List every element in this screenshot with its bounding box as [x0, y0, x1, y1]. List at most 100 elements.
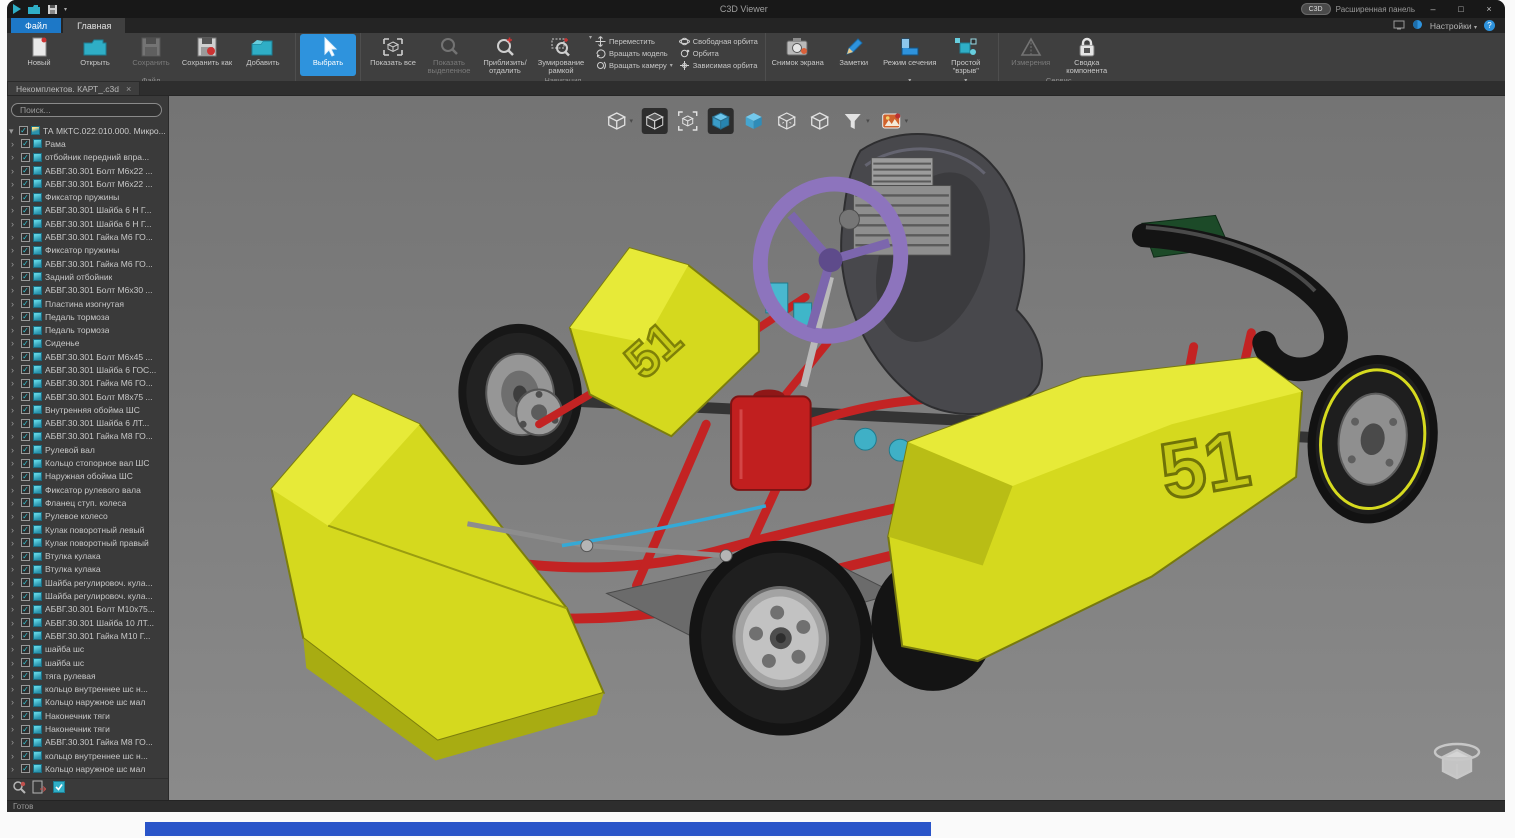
- tree-checkbox[interactable]: ✓: [21, 738, 30, 747]
- tree-row[interactable]: ›✓Рулевое колесо: [9, 510, 168, 523]
- tree-row[interactable]: ›✓АБВГ.30.301 Болт М6х22 ...: [9, 177, 168, 190]
- tree-checkbox[interactable]: ✓: [21, 565, 30, 574]
- tree-checkbox[interactable]: ✓: [21, 605, 30, 614]
- tree-checkbox[interactable]: ✓: [21, 272, 30, 281]
- open-quick-icon[interactable]: [27, 4, 41, 15]
- tree-checkbox[interactable]: ✓: [21, 764, 30, 773]
- tree-checkbox[interactable]: ✓: [21, 379, 30, 388]
- tree-row[interactable]: ›✓АБВГ.30.301 Гайка М8 ГО...: [9, 736, 168, 749]
- tree-row[interactable]: ›✓АБВГ.30.301 Шайба 6 Н Г...: [9, 204, 168, 217]
- expand-icon[interactable]: ›: [11, 737, 18, 747]
- expand-icon[interactable]: ›: [11, 511, 18, 521]
- open-button[interactable]: Открыть: [67, 34, 123, 76]
- tree-checkbox[interactable]: ✓: [21, 538, 30, 547]
- tree-row[interactable]: ›✓Наконечник тяги: [9, 709, 168, 722]
- tree-row[interactable]: ›✓АБВГ.30.301 Болт М8х75 ...: [9, 390, 168, 403]
- expand-icon[interactable]: ›: [11, 392, 18, 402]
- expand-icon[interactable]: ›: [11, 764, 18, 774]
- quick-access-caret-icon[interactable]: ▾: [64, 6, 67, 13]
- expand-icon[interactable]: ›: [11, 418, 18, 428]
- tree-checkbox[interactable]: ✓: [21, 445, 30, 454]
- expand-icon[interactable]: ›: [11, 631, 18, 641]
- tree-row[interactable]: ›✓тяга рулевая: [9, 669, 168, 682]
- tree-checkbox[interactable]: ✓: [21, 645, 30, 654]
- expand-icon[interactable]: ›: [11, 471, 18, 481]
- tree-row[interactable]: ›✓АБВГ.30.301 Болт М6х30 ...: [9, 284, 168, 297]
- expand-icon[interactable]: ›: [11, 578, 18, 588]
- tree-row[interactable]: ›✓АБВГ.30.301 Шайба 6 ЛТ...: [9, 417, 168, 430]
- panel-mode-toggle[interactable]: C3D Расширенная панель: [1301, 3, 1415, 15]
- expand-icon[interactable]: ›: [11, 285, 18, 295]
- tree-row[interactable]: ›✓АБВГ.30.301 Болт М10х75...: [9, 603, 168, 616]
- show-all-button[interactable]: Показать все: [365, 34, 421, 76]
- tree-row[interactable]: ›✓Кулак поворотный правый: [9, 536, 168, 549]
- tree-row[interactable]: ›✓АБВГ.30.301 Гайка М6 ГО...: [9, 230, 168, 243]
- expand-icon[interactable]: ›: [11, 525, 18, 535]
- tree-checkbox[interactable]: ✓: [21, 419, 30, 428]
- expand-icon[interactable]: ›: [11, 538, 18, 548]
- tree-checkbox[interactable]: ✓: [21, 685, 30, 694]
- report-icon[interactable]: [32, 780, 46, 799]
- tree-row[interactable]: ›✓отбойник передний впра...: [9, 151, 168, 164]
- expand-icon[interactable]: ›: [11, 618, 18, 628]
- tree-row[interactable]: ›✓шайба шс: [9, 643, 168, 656]
- tree-root-row[interactable]: ▾ ✓ ТА МКТС.022.010.000. Микро...: [9, 124, 168, 137]
- minimize-button[interactable]: –: [1423, 4, 1443, 14]
- explode-button[interactable]: Простой "взрыв" ▾: [938, 34, 994, 84]
- expand-icon[interactable]: ›: [11, 724, 18, 734]
- expand-icon[interactable]: ›: [11, 219, 18, 229]
- tree-row[interactable]: ›✓Кольцо наружное шс мал: [9, 696, 168, 709]
- expand-icon[interactable]: ›: [11, 325, 18, 335]
- tree-row[interactable]: ›✓Кольцо наружное шс мал: [9, 762, 168, 775]
- tree-checkbox[interactable]: ✓: [21, 631, 30, 640]
- orbit-button[interactable]: Орбита: [679, 48, 758, 59]
- expand-icon[interactable]: ›: [11, 711, 18, 721]
- notes-button[interactable]: Заметки: [826, 34, 882, 76]
- tree-row[interactable]: ›✓Фиксатор пружины: [9, 244, 168, 257]
- tree-row[interactable]: ›✓Кулак поворотный левый: [9, 523, 168, 536]
- video-progress-bar[interactable]: [145, 822, 931, 836]
- tree-checkbox[interactable]: ✓: [21, 698, 30, 707]
- tree-checkbox[interactable]: ✓: [21, 326, 30, 335]
- tree-row[interactable]: ›✓Наружная обойма ШС: [9, 470, 168, 483]
- help-icon[interactable]: ?: [1484, 20, 1495, 31]
- panel-toggle-knob[interactable]: C3D: [1301, 3, 1331, 15]
- zoom-window-button[interactable]: Зумирование рамкой: [533, 34, 589, 76]
- tree-checkbox[interactable]: ✓: [21, 179, 30, 188]
- expand-icon[interactable]: ›: [11, 658, 18, 668]
- tree-row[interactable]: ›✓Фланец ступ. колеса: [9, 496, 168, 509]
- section-mode-button[interactable]: Режим сечения ▾: [882, 34, 938, 84]
- screen-mode-icon[interactable]: [1393, 20, 1405, 32]
- tree-row[interactable]: ›✓кольцо внутреннее шс н...: [9, 749, 168, 762]
- tree-checkbox[interactable]: ✓: [21, 751, 30, 760]
- tree-checkbox[interactable]: ✓: [21, 193, 30, 202]
- tree-row[interactable]: ›✓Наконечник тяги: [9, 722, 168, 735]
- expand-icon[interactable]: ›: [11, 259, 18, 269]
- expand-icon[interactable]: ›: [11, 485, 18, 495]
- expand-icon[interactable]: ›: [11, 405, 18, 415]
- tree-row[interactable]: ›✓АБВГ.30.301 Шайба 10 ЛТ...: [9, 616, 168, 629]
- tree-checkbox[interactable]: ✓: [21, 711, 30, 720]
- new-button[interactable]: Новый: [11, 34, 67, 76]
- expand-icon[interactable]: ›: [11, 139, 18, 149]
- tree-checkbox[interactable]: ✓: [21, 392, 30, 401]
- expand-icon[interactable]: ›: [11, 697, 18, 707]
- expand-icon[interactable]: ›: [11, 338, 18, 348]
- constrained-orbit-button[interactable]: Зависимая орбита: [679, 60, 758, 71]
- tree-checkbox[interactable]: ✓: [21, 485, 30, 494]
- expand-icon[interactable]: ›: [11, 152, 18, 162]
- close-button[interactable]: ×: [1479, 4, 1499, 14]
- expand-icon[interactable]: ›: [11, 352, 18, 362]
- expand-icon[interactable]: ›: [11, 378, 18, 388]
- tree-checkbox[interactable]: ✓: [21, 259, 30, 268]
- rotate-camera-button[interactable]: Вращать камеру ▾: [595, 60, 673, 71]
- tree-row[interactable]: ›✓Рулевой вал: [9, 443, 168, 456]
- save-as-button[interactable]: Сохранить как: [179, 34, 235, 76]
- tree-checkbox[interactable]: ✓: [21, 286, 30, 295]
- viewport[interactable]: ▾: [169, 96, 1505, 800]
- expand-icon[interactable]: ›: [11, 671, 18, 681]
- expand-icon[interactable]: ›: [11, 205, 18, 215]
- expand-icon[interactable]: ›: [11, 551, 18, 561]
- tree-checkbox[interactable]: ✓: [21, 166, 30, 175]
- tree-row[interactable]: ›✓Сиденье: [9, 337, 168, 350]
